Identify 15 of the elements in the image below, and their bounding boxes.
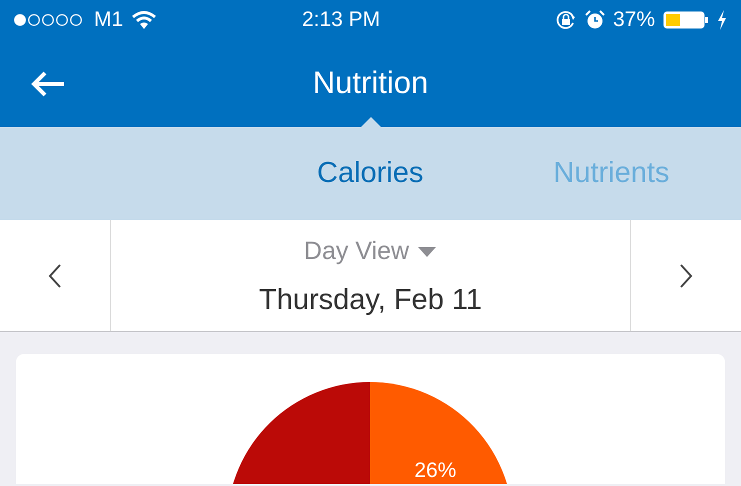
- date-label: Thursday, Feb 11: [259, 282, 482, 318]
- page-title: Nutrition: [312, 64, 428, 102]
- charging-icon: [717, 10, 727, 30]
- battery-percent: 37%: [612, 7, 655, 34]
- wifi-icon: [131, 10, 158, 30]
- rotation-lock-icon: [554, 9, 577, 31]
- battery-icon: [663, 10, 709, 30]
- view-dropdown[interactable]: Day View: [300, 229, 442, 274]
- caret-icon: [417, 246, 438, 258]
- carrier-name: M1: [94, 7, 124, 34]
- alarm-icon: [584, 10, 605, 30]
- status-time: 2:13 PM: [302, 8, 380, 32]
- tab[interactable]: Calories: [311, 148, 430, 200]
- slice-label: 26%: [414, 458, 456, 484]
- tab[interactable]: Nutrients: [547, 148, 676, 200]
